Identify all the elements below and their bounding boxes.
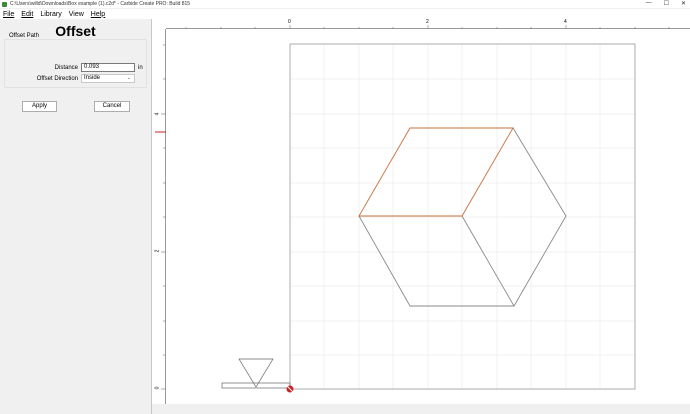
vruler-ticks (161, 44, 166, 390)
tool-indicator (221, 358, 291, 389)
canvas-drawing (155, 25, 670, 393)
origin-marker-icon (286, 385, 294, 393)
hruler-ticks (185, 25, 670, 29)
